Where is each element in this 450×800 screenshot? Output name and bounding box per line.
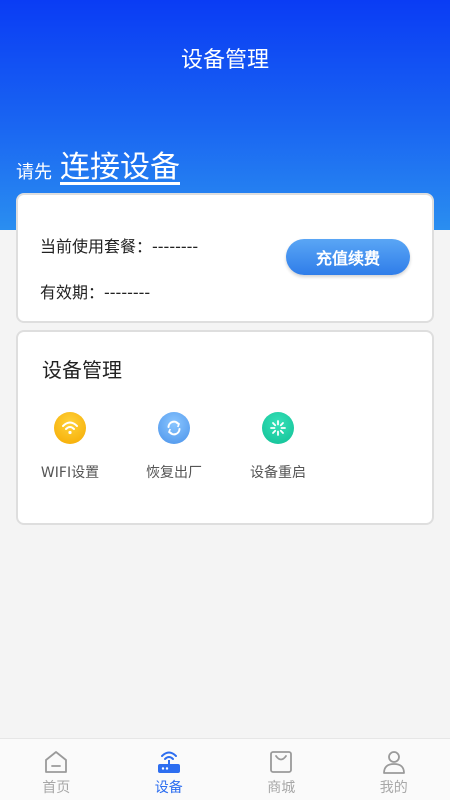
device-restart-item[interactable]: 设备重启 bbox=[228, 412, 328, 482]
tab-mall-label: 商城 bbox=[267, 780, 296, 796]
connect-device-link[interactable]: 连接设备 bbox=[60, 142, 180, 186]
tab-profile-label: 我的 bbox=[379, 780, 408, 796]
router-icon bbox=[157, 751, 180, 773]
tab-device-label: 设备 bbox=[154, 780, 183, 796]
factory-reset-item[interactable]: 恢复出厂 bbox=[124, 412, 224, 482]
prompt-prefix: 请先 bbox=[16, 162, 52, 183]
refresh-icon bbox=[158, 412, 190, 444]
restart-icon bbox=[262, 412, 294, 444]
current-plan-text: 当前使用套餐：-------- bbox=[40, 237, 199, 256]
home-icon bbox=[45, 751, 68, 773]
device-management-title: 设备管理 bbox=[42, 358, 122, 382]
tab-home[interactable]: 首页 bbox=[0, 739, 113, 800]
tab-profile[interactable]: 我的 bbox=[338, 739, 450, 800]
page-title: 设备管理 bbox=[180, 48, 269, 73]
factory-reset-label: 恢复出厂 bbox=[146, 465, 202, 481]
user-icon bbox=[382, 751, 405, 774]
shopping-bag-icon bbox=[270, 751, 293, 773]
validity-text: 有效期：-------- bbox=[40, 283, 151, 302]
tab-mall[interactable]: 商城 bbox=[225, 739, 338, 800]
tab-home-label: 首页 bbox=[42, 780, 71, 796]
recharge-button[interactable]: 充值续费 bbox=[286, 239, 410, 275]
plan-card: 当前使用套餐：-------- 有效期：-------- 充值续费 bbox=[16, 193, 434, 323]
wifi-settings-label: WIFI设置 bbox=[40, 465, 100, 481]
bottom-tab-bar: 首页 设备 商城 我的 bbox=[0, 738, 450, 800]
device-management-card: 设备管理 WIFI设置 恢复出厂 设备重启 bbox=[16, 330, 434, 525]
tab-device[interactable]: 设备 bbox=[113, 739, 226, 800]
connect-prompt: 请先 连接设备 bbox=[16, 142, 180, 186]
wifi-icon bbox=[54, 412, 86, 444]
device-restart-label: 设备重启 bbox=[250, 465, 306, 481]
wifi-settings-item[interactable]: WIFI设置 bbox=[20, 412, 120, 482]
